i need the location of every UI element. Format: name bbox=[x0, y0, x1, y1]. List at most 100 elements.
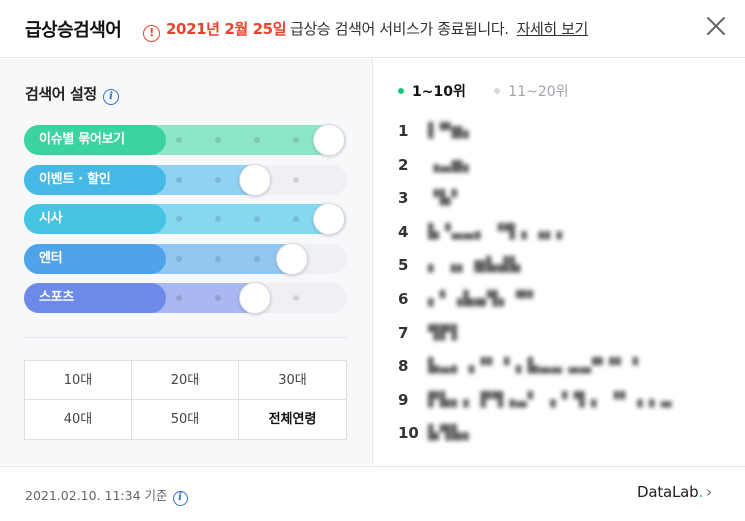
update-timestamp: 2021.02.10. 11:34 기준 i bbox=[25, 485, 188, 506]
slider-step-dot[interactable] bbox=[176, 255, 182, 262]
slider-step-dot[interactable] bbox=[176, 295, 182, 301]
rank-item[interactable]: 8 ▙▃▖▗▝▘ ▘▖▙▃▃ ▃▃▀▝▘ ▘ bbox=[398, 349, 728, 383]
datalab-link[interactable]: DataLab. › bbox=[637, 483, 712, 501]
brand-name: DataLab bbox=[637, 483, 699, 501]
notice-text: 급상승 검색어 서비스가 종료됩니다. bbox=[290, 20, 509, 38]
age-option-10[interactable]: 10대 bbox=[25, 361, 132, 400]
alert-circle-icon: ! bbox=[143, 25, 160, 42]
category-slider[interactable]: 이벤트 · 할인 bbox=[24, 163, 347, 196]
slider-knob[interactable] bbox=[313, 203, 345, 235]
slider-label: 엔터 bbox=[24, 243, 166, 274]
slider-step-dot[interactable] bbox=[293, 216, 299, 222]
age-filter-grid: 10대 20대 30대 40대 50대 전체연령 bbox=[24, 360, 347, 440]
rank-number: 1 bbox=[398, 122, 409, 140]
footer: 2021.02.10. 11:34 기준 i DataLab. › bbox=[0, 466, 745, 521]
rank-number: 3 bbox=[398, 189, 409, 208]
category-slider[interactable]: 스포츠 bbox=[24, 282, 347, 314]
slider-step-dot[interactable] bbox=[176, 216, 182, 222]
slider-step-dot[interactable] bbox=[254, 216, 260, 222]
rank-number: 6 bbox=[398, 289, 409, 308]
slider-step-dot[interactable] bbox=[293, 176, 299, 183]
rank-keyword-blurred[interactable]: ▙▝▃▃▖ ▝▜▗ ▗▖▖ bbox=[428, 224, 568, 240]
service-end-notice: ! 2021년 2월 25일 급상승 검색어 서비스가 종료됩니다. 자세히 보기 bbox=[143, 18, 588, 42]
slider-step-dot[interactable] bbox=[176, 137, 182, 143]
page-title: 급상승검색어 bbox=[25, 20, 122, 41]
slider-step-dot[interactable] bbox=[254, 137, 260, 143]
rank-tabs: 1~10위 11~20위 bbox=[398, 81, 593, 101]
slider-label: 이벤트 · 할인 bbox=[24, 164, 166, 195]
age-option-20[interactable]: 20대 bbox=[132, 361, 239, 400]
rank-list: 1 ▌▀▆▖ 2 ▗▃▆▖ 3 ▝▙▘ 4 ▙▝▃▃▖ ▝▜▗ ▗▖▖ 5 ▖ ▗▖ ▆▙▟▙ 6… bbox=[398, 114, 728, 450]
rank-keyword-blurred[interactable]: ▙▃▖▗▝▘ ▘▖▙▃▃ ▃▃▀▝▘ ▘ bbox=[428, 358, 644, 374]
rank-number: 2 bbox=[398, 155, 409, 174]
header: 급상승검색어 ! 2021년 2월 25일 급상승 검색어 서비스가 종료됩니다. 자… bbox=[0, 0, 745, 58]
tab-label: 11~20위 bbox=[508, 84, 569, 100]
rank-keyword-blurred[interactable]: ▛▙▖▖ ▛▜▗▃▘ ▗ ▘▜ ▖ ▝▘▗ ▖▃ bbox=[428, 392, 673, 408]
tab-bullet bbox=[494, 88, 501, 94]
timestamp-text: 2021.02.10. 11:34 기준 bbox=[25, 488, 168, 503]
settings-panel: 검색어 설정 i 이슈별 묶어보기이벤트 · 할인시사엔터스포츠 10대 20대 … bbox=[0, 59, 373, 465]
rank-number: 9 bbox=[398, 390, 409, 409]
slider-step-dot[interactable] bbox=[293, 295, 299, 301]
rank-number: 8 bbox=[398, 357, 409, 376]
info-icon[interactable]: i bbox=[102, 89, 119, 105]
details-link[interactable]: 자세히 보기 bbox=[517, 20, 589, 38]
slider-step-dot[interactable] bbox=[215, 295, 221, 301]
age-option-50[interactable]: 50대 bbox=[132, 400, 239, 439]
rank-number: 10 bbox=[398, 424, 419, 443]
slider-step-dot[interactable] bbox=[254, 255, 260, 262]
rank-keyword-blurred[interactable]: ▖ ▗▖ ▆▙▟▙ bbox=[428, 257, 521, 273]
settings-title: 검색어 설정 i bbox=[25, 83, 119, 105]
rank-item[interactable]: 7 ▜▛▌ bbox=[398, 316, 728, 350]
slider-step-dot[interactable] bbox=[215, 137, 221, 143]
slider-step-dot[interactable] bbox=[215, 255, 221, 262]
slider-knob[interactable] bbox=[238, 163, 271, 196]
divider bbox=[24, 337, 347, 338]
rank-keyword-blurred[interactable]: ▜▛▌ bbox=[428, 325, 463, 341]
rank-item[interactable]: 3 ▝▙▘ bbox=[398, 181, 728, 215]
tab-rank-11-20[interactable]: 11~20위 bbox=[494, 81, 569, 101]
chevron-right-icon: › bbox=[706, 483, 712, 501]
slider-label: 스포츠 bbox=[24, 283, 166, 313]
slider-step-dot[interactable] bbox=[215, 176, 221, 183]
tab-rank-1-10[interactable]: 1~10위 bbox=[398, 81, 466, 101]
rank-number: 7 bbox=[398, 323, 409, 342]
notice-date: 2021년 2월 25일 bbox=[166, 20, 287, 38]
rank-item[interactable]: 4 ▙▝▃▃▖ ▝▜▗ ▗▖▖ bbox=[398, 215, 728, 249]
rank-keyword-blurred[interactable]: ▖▘▗▙▄▜▖ ▀▘ bbox=[428, 291, 539, 307]
rank-keyword-blurred[interactable]: ▙▜▙▖ bbox=[428, 425, 475, 441]
age-option-all[interactable]: 전체연령 bbox=[239, 400, 346, 439]
close-icon bbox=[707, 17, 725, 35]
rank-number: 5 bbox=[398, 256, 409, 275]
rank-keyword-blurred[interactable]: ▌▀▆▖ bbox=[428, 123, 475, 139]
rank-item[interactable]: 6 ▖▘▗▙▄▜▖ ▀▘ bbox=[398, 282, 728, 316]
category-slider[interactable]: 이슈별 묶어보기 bbox=[24, 124, 347, 156]
tab-label: 1~10위 bbox=[412, 84, 466, 100]
category-slider[interactable]: 엔터 bbox=[24, 242, 347, 275]
rank-number: 4 bbox=[398, 222, 409, 241]
slider-knob[interactable] bbox=[275, 242, 308, 275]
rank-item[interactable]: 1 ▌▀▆▖ bbox=[398, 114, 728, 148]
slider-step-dot[interactable] bbox=[293, 137, 299, 143]
settings-title-text: 검색어 설정 bbox=[25, 85, 97, 103]
brand-dot: . bbox=[698, 483, 704, 501]
category-slider[interactable]: 시사 bbox=[24, 203, 347, 235]
close-button[interactable] bbox=[704, 14, 728, 38]
slider-knob[interactable] bbox=[238, 282, 271, 314]
slider-step-dot[interactable] bbox=[215, 216, 221, 222]
tab-bullet bbox=[398, 88, 404, 94]
slider-knob[interactable] bbox=[313, 124, 345, 156]
slider-step-dot[interactable] bbox=[176, 176, 182, 183]
age-option-40[interactable]: 40대 bbox=[25, 400, 132, 439]
rank-keyword-blurred[interactable]: ▗▃▆▖ bbox=[428, 157, 475, 173]
info-icon[interactable]: i bbox=[172, 491, 188, 506]
rank-item[interactable]: 10 ▙▜▙▖ bbox=[398, 416, 728, 450]
slider-label: 이슈별 묶어보기 bbox=[24, 125, 166, 155]
rank-item[interactable]: 2 ▗▃▆▖ bbox=[398, 148, 728, 182]
ranking-panel: 1~10위 11~20위 1 ▌▀▆▖ 2 ▗▃▆▖ 3 ▝▙▘ 4 ▙▝▃▃▖ ▝▜▗ ▗▖… bbox=[374, 59, 745, 465]
age-option-30[interactable]: 30대 bbox=[239, 361, 346, 400]
rank-item[interactable]: 5 ▖ ▗▖ ▆▙▟▙ bbox=[398, 248, 728, 282]
rank-item[interactable]: 9 ▛▙▖▖ ▛▜▗▃▘ ▗ ▘▜ ▖ ▝▘▗ ▖▃ bbox=[398, 383, 728, 417]
rank-keyword-blurred[interactable]: ▝▙▘ bbox=[428, 190, 463, 206]
slider-label: 시사 bbox=[24, 204, 166, 234]
